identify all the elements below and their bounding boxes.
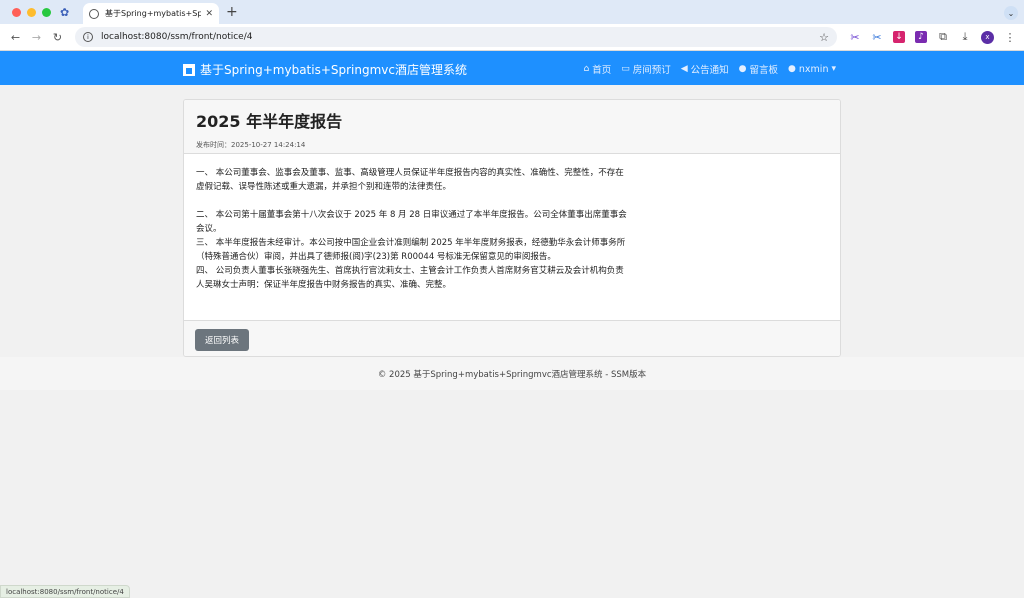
extension-icons: ✂ ✂ ↓ ♪ ⧉ ⤓ x ⋮ xyxy=(849,30,1016,44)
tab-search-button[interactable]: ⌄ xyxy=(1004,6,1018,20)
cut-extension-icon[interactable]: ✂ xyxy=(871,31,883,44)
nav-user-dropdown[interactable]: ● nxmin ▾ xyxy=(788,62,836,76)
browser-toolbar: ← → ↻ i localhost:8080/ssm/front/notice/… xyxy=(0,24,1024,51)
back-arrow-icon[interactable]: ← xyxy=(8,31,23,44)
tab-title: 基于Spring+mybatis+Springm xyxy=(105,9,202,18)
site-navbar xyxy=(0,51,1024,85)
nav-home-label: 首页 xyxy=(592,65,612,76)
maximize-window-button[interactable] xyxy=(42,8,51,17)
nav-notices[interactable]: ◀ 公告通知 xyxy=(681,62,729,76)
close-window-button[interactable] xyxy=(12,8,21,17)
music-extension-icon[interactable]: ♪ xyxy=(915,31,927,43)
notice-paragraph: 一、 本公司董事会、监事会及董事、监事、高级管理人员保证半年度报告内容的真实性、… xyxy=(196,168,624,192)
notice-title: 2025 年半年度报告 xyxy=(196,112,343,131)
hotel-logo-icon xyxy=(183,63,195,76)
browser-menu-icon[interactable]: ⋮ xyxy=(1004,31,1016,44)
nav-message-board-label: 留言板 xyxy=(749,65,779,76)
back-to-list-button[interactable]: 返回列表 xyxy=(195,329,249,351)
window-controls xyxy=(12,8,51,17)
bed-icon: ▭ xyxy=(621,64,630,74)
scissors-extension-icon[interactable]: ✂ xyxy=(849,31,861,44)
notice-paragraph: 三、 本半年度报告未经审计。本公司按中国企业会计准则编制 2025 年半年度财务… xyxy=(196,238,626,262)
notice-header: 2025 年半年度报告 发布时间：2025-10-27 14:24:14 xyxy=(184,100,840,154)
browser-tab-active[interactable]: 基于Spring+mybatis+Springm ✕ xyxy=(83,3,219,24)
notice-content: 一、 本公司董事会、监事会及董事、监事、高级管理人员保证半年度报告内容的真实性、… xyxy=(184,154,840,320)
notice-publish-time: 发布时间：2025-10-27 14:24:14 xyxy=(196,140,828,150)
nav-notices-label: 公告通知 xyxy=(690,65,729,76)
extension-tab-icon[interactable]: ✿ xyxy=(60,6,74,19)
browser-tab-bar: ✿ 基于Spring+mybatis+Springm ✕ + ⌄ xyxy=(0,0,1024,24)
nav-user-label: nxmin xyxy=(798,63,829,75)
tab-close-icon[interactable]: ✕ xyxy=(205,9,213,19)
minimize-window-button[interactable] xyxy=(27,8,36,17)
comments-icon: ● xyxy=(738,64,747,74)
notice-card: 2025 年半年度报告 发布时间：2025-10-27 14:24:14 一、 … xyxy=(183,99,841,357)
address-bar[interactable]: i localhost:8080/ssm/front/notice/4 ☆ xyxy=(75,27,837,47)
page-footer: © 2025 基于Spring+mybatis+Springmvc酒店管理系统 … xyxy=(0,357,1024,390)
caret-down-icon: ▾ xyxy=(831,64,836,74)
site-brand[interactable]: 基于Spring+mybatis+Springmvc酒店管理系统 xyxy=(183,61,467,78)
reload-icon[interactable]: ↻ xyxy=(50,31,65,44)
bookmark-star-icon[interactable]: ☆ xyxy=(819,31,829,44)
megaphone-icon: ◀ xyxy=(680,64,688,74)
nav-room-booking[interactable]: ▭ 房间预订 xyxy=(621,62,671,76)
globe-icon xyxy=(89,8,99,19)
nav-home[interactable]: ⌂ 首页 xyxy=(583,62,611,76)
publish-time-value: 2025-10-27 14:24:14 xyxy=(231,141,306,149)
nav-room-booking-label: 房间预订 xyxy=(632,65,671,76)
home-icon: ⌂ xyxy=(583,64,590,74)
publish-label: 发布时间： xyxy=(196,141,231,149)
main-menu: ⌂ 首页 ▭ 房间预订 ◀ 公告通知 ● 留言板 ● nxmin ▾ xyxy=(583,62,836,77)
extensions-puzzle-icon[interactable]: ⧉ xyxy=(937,30,949,43)
downloads-icon[interactable]: ⤓ xyxy=(959,30,971,43)
nav-message-board[interactable]: ● 留言板 xyxy=(739,62,778,76)
forward-arrow-icon[interactable]: → xyxy=(29,31,44,44)
notice-paragraph: 二、 本公司第十届董事会第十八次会议于 2025 年 8 月 28 日审议通过了… xyxy=(196,210,627,234)
new-tab-button[interactable]: + xyxy=(226,4,238,20)
user-icon: ● xyxy=(788,64,796,74)
link-status-bar: localhost:8080/ssm/front/notice/4 xyxy=(0,585,130,598)
address-url[interactable]: localhost:8080/ssm/front/notice/4 xyxy=(101,32,819,42)
download-extension-icon[interactable]: ↓ xyxy=(893,31,905,43)
brand-title: 基于Spring+mybatis+Springmvc酒店管理系统 xyxy=(200,63,468,77)
site-info-icon[interactable]: i xyxy=(83,32,93,42)
notice-paragraph: 四、 公司负责人董事长张晓强先生、首席执行官沈莉女士、主管会计工作负责人首席财务… xyxy=(196,266,624,290)
notice-footer: 返回列表 xyxy=(184,320,840,356)
profile-avatar[interactable]: x xyxy=(981,30,994,44)
